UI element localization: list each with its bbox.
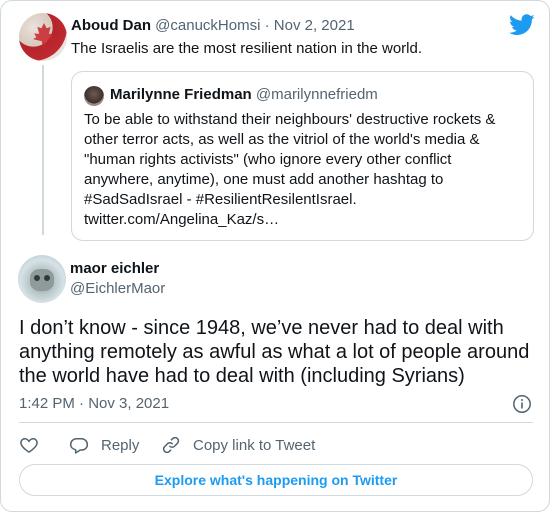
quoted-tweet[interactable]: Marilynne Friedman @marilynnefriedm To b… <box>71 71 534 241</box>
reply-button[interactable]: Reply <box>69 434 139 456</box>
quoted-author-avatar <box>84 86 104 106</box>
quoted-author-handle: @marilynnefriedm <box>255 86 378 103</box>
header-separator: · <box>264 17 270 34</box>
reply-icon <box>69 438 89 454</box>
copy-link-button[interactable]: Copy link to Tweet <box>161 434 315 456</box>
quoted-link-line[interactable]: twitter.com/Angelina_Kaz/s… <box>84 210 524 230</box>
parent-tweet-date[interactable]: Nov 2, 2021 <box>274 17 355 34</box>
tweet-timestamp[interactable]: 1:42 PM · Nov 3, 2021 <box>19 395 169 412</box>
quoted-text-line: anywhere, anytime), one must add another… <box>84 171 444 188</box>
main-text-line: anything remotely as awful as what a lot… <box>19 341 530 363</box>
parent-tweet-header: Aboud Dan @canuckHomsi · Nov 2, 2021 <box>71 17 355 34</box>
quoted-tweet-header: Marilynne Friedman @marilynnefriedm <box>110 86 378 103</box>
main-tweet-text: I don’t know - since 1948, we’ve never h… <box>19 316 539 388</box>
quoted-tweet-text: To be able to withstand their neighbours… <box>84 110 524 230</box>
thread-connector-line <box>42 65 44 235</box>
parent-author-name[interactable]: Aboud Dan <box>71 17 151 34</box>
main-text-line: I don’t know - since 1948, we’ve never h… <box>19 317 504 339</box>
main-author-avatar[interactable] <box>18 255 66 303</box>
actions-divider <box>19 422 533 423</box>
main-author-handle[interactable]: @EichlerMaor <box>70 280 165 297</box>
quoted-text-line: other terror acts, as well as the vitrio… <box>84 131 480 148</box>
copy-link-label: Copy link to Tweet <box>193 436 316 454</box>
parent-tweet-text: The Israelis are the most resilient nati… <box>71 40 422 57</box>
link-icon <box>162 436 180 454</box>
like-button[interactable] <box>19 434 39 456</box>
quoted-text-line: "human rights activists" (who ignore eve… <box>84 151 452 168</box>
parent-author-avatar[interactable] <box>19 13 67 61</box>
explore-twitter-button[interactable]: Explore what's happening on Twitter <box>19 464 533 496</box>
main-text-line: the world have had to deal with (includi… <box>19 365 465 387</box>
tweet-embed-card: Aboud Dan @canuckHomsi · Nov 2, 2021 The… <box>0 0 550 512</box>
quoted-author-name: Marilynne Friedman <box>110 86 252 103</box>
heart-icon <box>20 437 38 453</box>
parent-author-handle[interactable]: @canuckHomsi <box>155 17 260 34</box>
main-author-name[interactable]: maor eichler <box>70 260 159 277</box>
quoted-text-line: #SadSadIsrael - #ResilientResilentIsrael… <box>84 191 357 208</box>
info-icon[interactable] <box>512 394 532 414</box>
reply-label: Reply <box>101 436 140 454</box>
twitter-bird-icon[interactable] <box>509 14 535 36</box>
quoted-text-line: To be able to withstand their neighbours… <box>84 111 496 128</box>
